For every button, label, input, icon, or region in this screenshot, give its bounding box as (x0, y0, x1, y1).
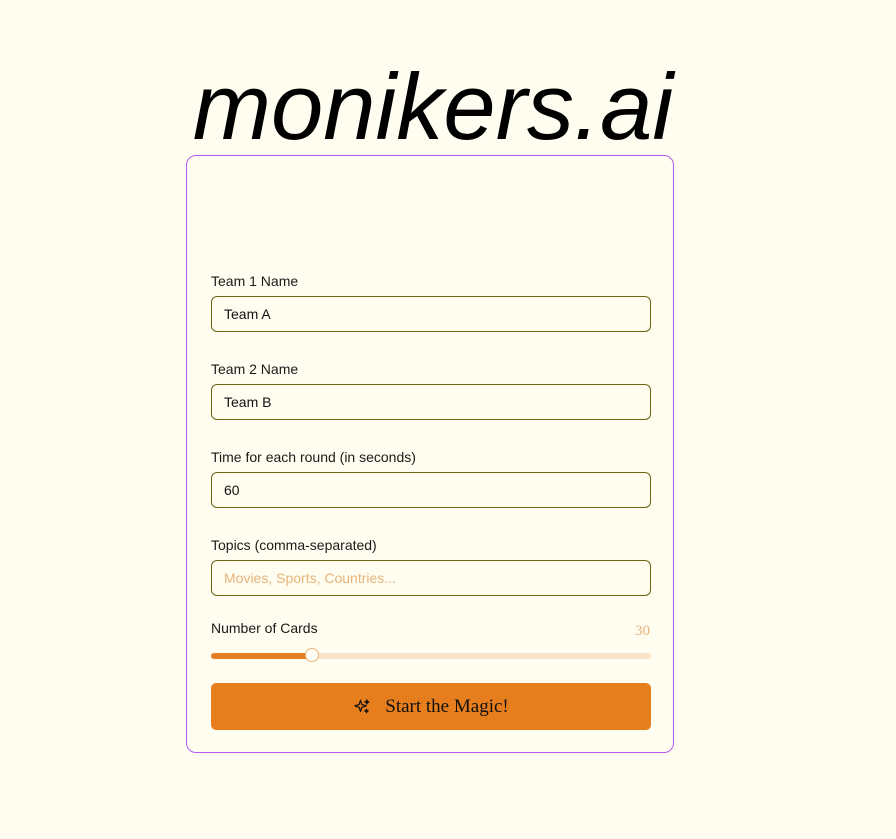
team2-name-input[interactable] (211, 384, 651, 420)
start-button-label: Start the Magic! (385, 695, 509, 717)
slider-fill (211, 653, 313, 659)
topics-input[interactable] (211, 560, 651, 596)
team1-label: Team 1 Name (211, 273, 299, 289)
slider-thumb[interactable] (305, 648, 320, 662)
round-time-input[interactable] (211, 472, 651, 508)
num-cards-slider[interactable] (211, 648, 651, 662)
app-title: monikers.ai (192, 54, 674, 159)
num-cards-value: 30 (635, 623, 650, 639)
game-setup-card: Team 1 Name Team 2 Name Time for each ro… (186, 155, 674, 753)
num-cards-label: Number of Cards (211, 620, 318, 636)
sparkles-icon (354, 698, 370, 713)
team2-label: Team 2 Name (211, 361, 299, 377)
start-magic-button[interactable]: Start the Magic! (211, 683, 651, 730)
round-time-label: Time for each round (in seconds) (211, 449, 416, 465)
topics-label: Topics (comma-separated) (211, 537, 377, 553)
team1-name-input[interactable] (211, 296, 651, 332)
